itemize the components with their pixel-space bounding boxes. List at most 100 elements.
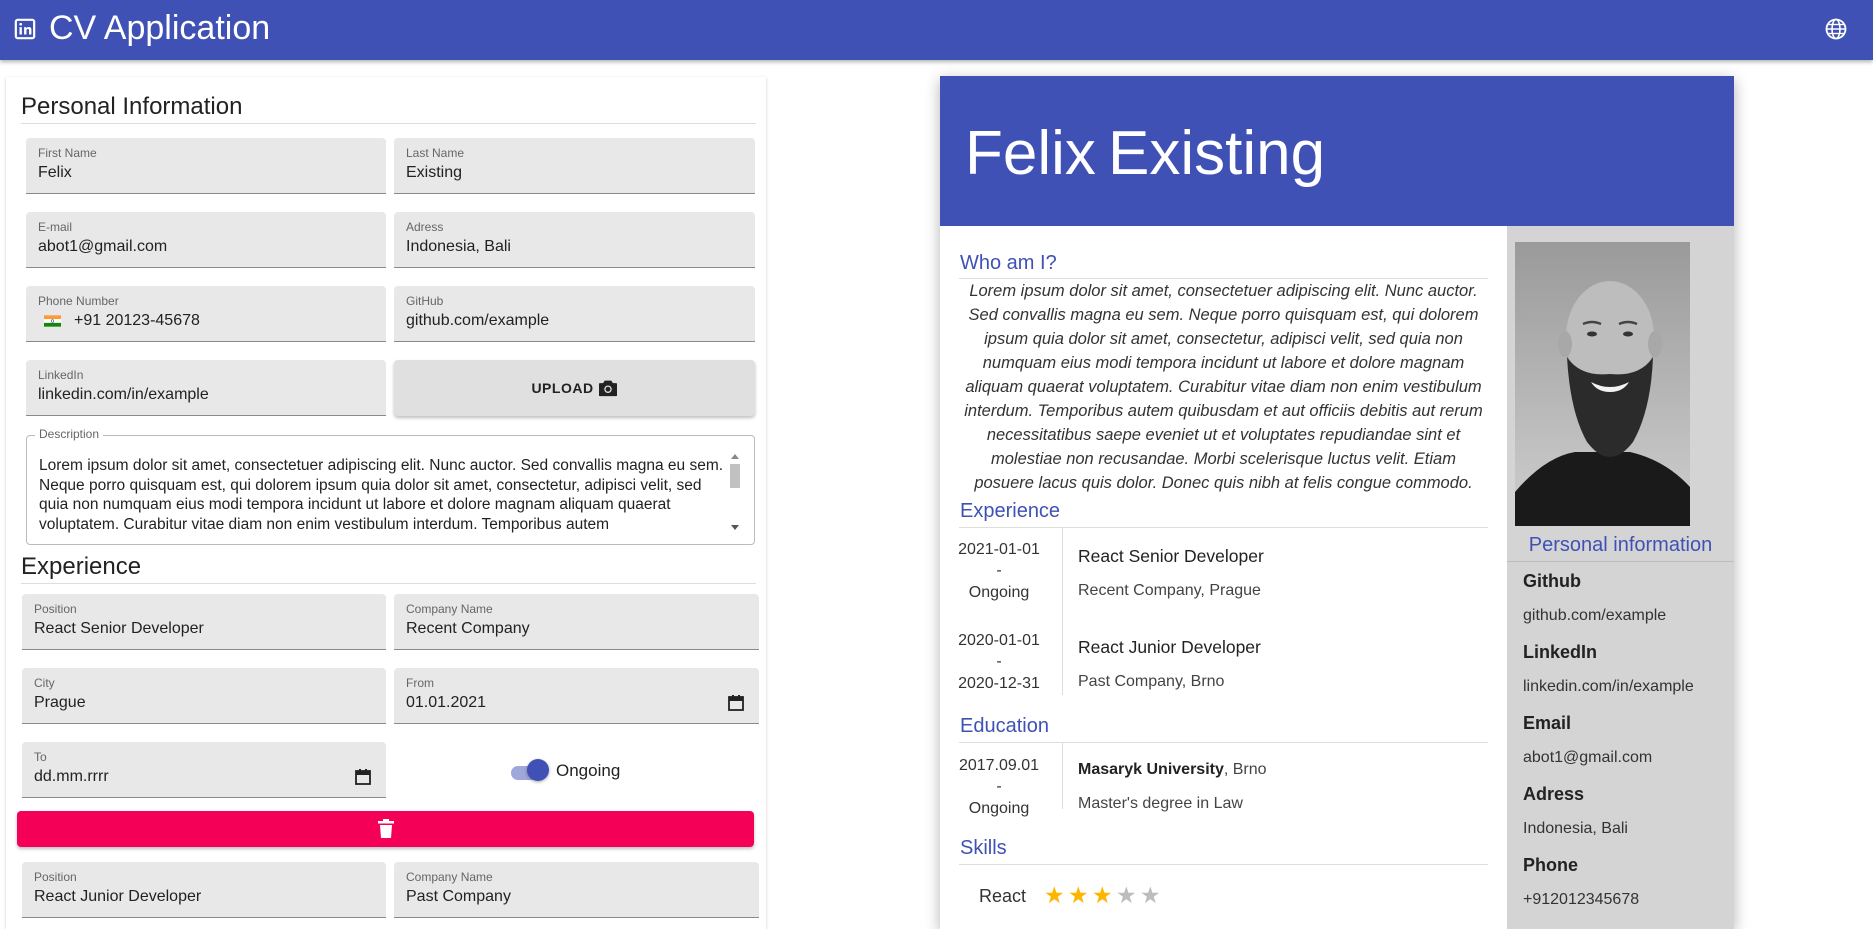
linkedin-field[interactable]: LinkedIn linkedin.com/in/example (26, 360, 386, 416)
field-label: City (34, 676, 55, 690)
field-value: Prague (34, 694, 86, 711)
city-field[interactable]: City Prague (22, 668, 386, 724)
divider (21, 123, 756, 124)
education-date-sep: - (996, 778, 1002, 795)
timeline-line (1062, 528, 1063, 695)
upload-photo-button[interactable]: UPLOAD (394, 360, 755, 416)
field-label: LinkedIn (38, 368, 84, 382)
skill-name: React (979, 886, 1027, 906)
email-label: Email (1523, 713, 1572, 733)
education-school: Masaryk University (1078, 761, 1224, 778)
field-value: Recent Company (406, 620, 530, 637)
company-name-field[interactable]: Company Name Recent Company (394, 594, 759, 650)
field-value: Indonesia, Bali (406, 238, 511, 255)
divider (959, 864, 1488, 865)
ongoing-toggle[interactable] (511, 759, 551, 783)
profile-photo (1515, 242, 1690, 526)
address-value: Indonesia, Bali (1523, 820, 1628, 837)
star-filled-icon: ★ (1092, 882, 1113, 908)
app-title: CV Application (49, 9, 271, 47)
field-value: React Junior Developer (34, 888, 202, 905)
camera-icon (598, 380, 617, 397)
email-field[interactable]: E-mail abot1@gmail.com (26, 212, 386, 268)
divider (1507, 561, 1734, 562)
github-field[interactable]: GitHub github.com/example (394, 286, 755, 342)
field-label: Description (35, 427, 104, 441)
company-name-field[interactable]: Company Name Past Company (394, 862, 759, 918)
position-field[interactable]: Position React Junior Developer (22, 862, 386, 918)
experience-date-from: 2021-01-01 (958, 541, 1040, 558)
field-value: github.com/example (406, 312, 550, 329)
scrollbar[interactable] (728, 452, 742, 532)
field-label: Adress (406, 220, 444, 234)
divider (959, 527, 1488, 528)
field-value: Felix (38, 164, 72, 181)
field-label: To (34, 750, 47, 764)
linkedin-value: linkedin.com/in/example (1523, 678, 1694, 695)
india-flag-icon[interactable] (44, 315, 61, 327)
field-label: GitHub (406, 294, 444, 308)
github-value: github.com/example (1523, 607, 1667, 624)
description-text[interactable]: Lorem ipsum dolor sit amet, consectetuer… (39, 456, 729, 534)
cv-experience-heading: Experience (960, 500, 1061, 522)
github-label: Github (1523, 571, 1581, 591)
from-date-field[interactable]: From 01.01.2021 (394, 668, 759, 724)
about-text: Lorem ipsum dolor sit amet, consectetuer… (964, 282, 1483, 492)
field-value: linkedin.com/in/example (38, 386, 209, 403)
personal-info-heading: Personal Information (21, 93, 243, 120)
linkedin-label: LinkedIn (1523, 642, 1598, 662)
field-label: Company Name (406, 870, 493, 884)
cv-preview: Felix Existing Who am I? Lorem ipsum dol… (940, 76, 1734, 929)
cv-form-panel: Personal Information First Name Felix La… (6, 77, 766, 929)
divider (959, 742, 1488, 743)
email-value: abot1@gmail.com (1523, 749, 1653, 766)
address-label: Adress (1523, 784, 1585, 804)
divider (21, 583, 756, 584)
field-label: First Name (38, 146, 97, 160)
calendar-icon[interactable] (727, 694, 745, 712)
ongoing-label: Ongoing (556, 761, 621, 780)
calendar-icon[interactable] (354, 768, 372, 786)
field-value: Existing (406, 164, 463, 181)
experience-title: React Junior Developer (1078, 637, 1261, 657)
field-label: Position (34, 870, 77, 884)
field-value: Past Company (406, 888, 511, 905)
last-name-field[interactable]: Last Name Existing (394, 138, 755, 194)
field-value: React Senior Developer (34, 620, 204, 637)
upload-label: UPLOAD (531, 380, 594, 396)
experience-date-from: 2020-01-01 (958, 632, 1040, 649)
experience-date-sep: - (996, 653, 1002, 670)
position-field[interactable]: Position React Senior Developer (22, 594, 386, 650)
field-value: 01.01.2021 (406, 694, 487, 711)
field-label: Phone Number (38, 294, 119, 308)
phone-field[interactable]: Phone Number +91 20123-45678 (26, 286, 386, 342)
field-label: E-mail (38, 220, 73, 234)
experience-place: Recent Company, Prague (1078, 582, 1261, 599)
personal-info-title: Personal information (1528, 534, 1713, 556)
experience-date-sep: - (996, 562, 1002, 579)
field-value: dd.mm.rrrr (34, 768, 109, 785)
about-heading: Who am I? (960, 252, 1057, 274)
address-field[interactable]: Adress Indonesia, Bali (394, 212, 755, 268)
phone-label: Phone (1523, 855, 1579, 875)
timeline-line (1062, 743, 1063, 809)
experience-title: React Senior Developer (1078, 546, 1264, 566)
phone-value: +912012345678 (1523, 891, 1640, 908)
star-empty-icon: ★ (1140, 882, 1161, 908)
field-label: From (406, 676, 434, 690)
trash-icon (377, 819, 394, 838)
toggle-thumb (527, 759, 549, 781)
star-filled-icon: ★ (1044, 882, 1065, 908)
delete-experience-button[interactable] (17, 811, 754, 847)
star-filled-icon: ★ (1068, 882, 1089, 908)
education-heading: Education (960, 715, 1049, 737)
linkedin-icon (14, 18, 36, 40)
globe-icon[interactable] (1824, 17, 1848, 41)
cv-first-name: Felix (965, 119, 1096, 188)
description-field[interactable]: Description Lorem ipsum dolor sit amet, … (26, 427, 755, 545)
to-date-field[interactable]: To dd.mm.rrrr (22, 742, 386, 798)
education-city: , Brno (1223, 761, 1267, 778)
cv-last-name: Existing (1108, 119, 1326, 188)
first-name-field[interactable]: First Name Felix (26, 138, 386, 194)
education-date-from: 2017.09.01 (958, 757, 1040, 774)
